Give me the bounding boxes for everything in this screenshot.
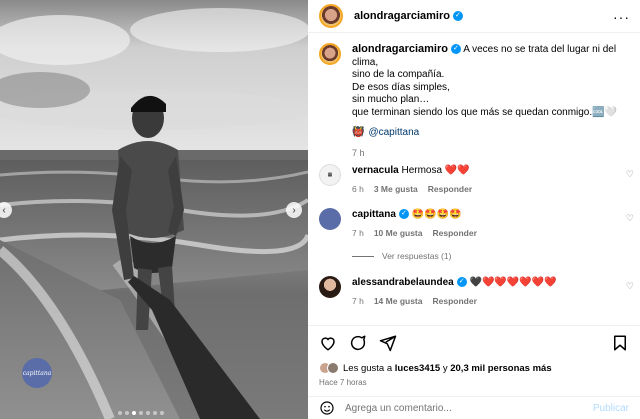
comment-time: 7 h xyxy=(352,296,364,306)
caption-username[interactable]: alondragarciamiro xyxy=(352,43,448,55)
post-date: Hace 7 horas xyxy=(319,378,367,387)
mention-line: 👹 @capittana xyxy=(352,127,634,140)
comment-item: ▦ vernacula Hermosa ❤️❤️ 6 h 3 Me gusta … xyxy=(319,164,634,196)
likes-count[interactable]: 20,3 mil personas más xyxy=(450,363,551,374)
comment-avatar[interactable] xyxy=(319,276,341,298)
instagram-post-view: capittana ‹ › alondragarciamiro ✓ ··· al… xyxy=(0,0,640,419)
likes-text: Les gusta a luces3415 y 20,3 mil persona… xyxy=(343,363,552,374)
action-icons xyxy=(319,332,629,354)
view-replies[interactable]: Ver respuestas (1) xyxy=(352,251,451,261)
comment-composer: Publicar xyxy=(308,396,640,419)
heart-icon[interactable] xyxy=(319,334,337,352)
comment-meta: 7 h 14 Me gusta Responder xyxy=(352,295,622,308)
post-caption: alondragarciamiro ✓ A veces no se trata d… xyxy=(319,43,634,159)
publish-button[interactable]: Publicar xyxy=(593,403,629,414)
comment-text: Hermosa ❤️❤️ xyxy=(401,165,470,176)
comment-avatar[interactable] xyxy=(319,208,341,230)
comment-username[interactable]: vernacula xyxy=(352,165,399,176)
caption-time: 7 h xyxy=(352,147,365,158)
liker-avatar xyxy=(327,362,339,374)
beach-photo-illustration xyxy=(0,0,308,419)
caption-line: sin mucho plan… xyxy=(352,94,430,105)
caption-avatar[interactable] xyxy=(319,43,341,65)
caption-line: que terminan siendo los que más se queda… xyxy=(352,106,618,118)
likes-prefix: Les gusta a xyxy=(343,362,393,374)
post-side-panel: alondragarciamiro ✓ ··· alondragarciamir… xyxy=(308,0,640,419)
comment-text: 🖤❤️❤️❤️❤️❤️❤️ xyxy=(469,277,557,288)
heart-icon[interactable]: ♡ xyxy=(626,213,634,224)
verified-icon: ✓ xyxy=(456,277,467,288)
verified-icon: ✓ xyxy=(398,209,409,220)
comment-meta: 7 h 10 Me gusta Responder xyxy=(352,227,622,240)
likes-connector: y xyxy=(442,362,448,374)
caption-line: sino de la compañía. xyxy=(352,69,445,80)
comment-username[interactable]: capittana xyxy=(352,209,396,220)
verified-icon: ✓ xyxy=(450,44,461,55)
mention-emoji: 👹 xyxy=(352,127,365,138)
comment-text: 🤩🤩🤩🤩 xyxy=(411,209,462,220)
comment-avatar[interactable]: ▦ xyxy=(319,164,341,186)
share-icon[interactable] xyxy=(379,334,397,352)
verified-icon: ✓ xyxy=(452,11,463,21)
likes-summary: Les gusta a luces3415 y 20,3 mil persona… xyxy=(319,362,629,374)
comment-body: vernacula Hermosa ❤️❤️ 6 h 3 Me gusta Re… xyxy=(352,164,622,196)
comment-meta: 6 h 3 Me gusta Responder xyxy=(352,183,622,196)
replies-divider xyxy=(352,255,374,257)
heart-icon[interactable]: ♡ xyxy=(626,281,634,292)
post-header: alondragarciamiro ✓ ··· xyxy=(308,0,640,33)
watermark-logo: capittana xyxy=(22,358,52,388)
more-icon[interactable]: ··· xyxy=(613,9,630,25)
carousel-dot xyxy=(139,411,143,415)
mention-link[interactable]: @capittana xyxy=(368,127,419,140)
post-photo[interactable]: capittana ‹ › xyxy=(0,0,308,419)
carousel-dot-active xyxy=(132,411,136,415)
emoji-icon[interactable] xyxy=(319,400,335,416)
comment-time: 7 h xyxy=(352,228,364,238)
carousel-dot xyxy=(118,411,122,415)
chevron-right-icon[interactable]: › xyxy=(286,202,302,218)
author-avatar[interactable] xyxy=(319,4,343,28)
comment-icon[interactable] xyxy=(349,334,367,352)
comment-likes[interactable]: 3 Me gusta xyxy=(374,183,418,196)
comment-body: capittana ✓ 🤩🤩🤩🤩 7 h 10 Me gusta Responde… xyxy=(352,208,622,240)
comment-likes[interactable]: 10 Me gusta xyxy=(374,227,423,240)
comment-likes[interactable]: 14 Me gusta xyxy=(374,295,423,308)
carousel-dot xyxy=(160,411,164,415)
reply-button[interactable]: Responder xyxy=(428,183,472,196)
reply-button[interactable]: Responder xyxy=(432,227,476,240)
carousel-dot xyxy=(153,411,157,415)
carousel-dot xyxy=(125,411,129,415)
comment-time: 6 h xyxy=(352,184,364,194)
view-replies-label[interactable]: Ver respuestas (1) xyxy=(382,251,451,261)
carousel-dot xyxy=(146,411,150,415)
heart-icon[interactable]: ♡ xyxy=(626,169,634,180)
carousel-dots xyxy=(118,411,164,415)
comment-body: alessandrabelaundea ✓ 🖤❤️❤️❤️❤️❤️❤️ 7 h 1… xyxy=(352,276,622,308)
comment-input[interactable] xyxy=(345,402,593,414)
post-actions: Les gusta a luces3415 y 20,3 mil persona… xyxy=(308,325,640,387)
comment-item: alessandrabelaundea ✓ 🖤❤️❤️❤️❤️❤️❤️ 7 h 1… xyxy=(319,276,634,308)
author-username[interactable]: alondragarciamiro xyxy=(354,10,450,22)
caption-line: De esos días simples, xyxy=(352,81,450,93)
bookmark-icon[interactable] xyxy=(611,334,629,352)
reply-button[interactable]: Responder xyxy=(432,295,476,308)
caption-body: alondragarciamiro ✓ A veces no se trata d… xyxy=(352,43,634,159)
comment-username[interactable]: alessandrabelaundea xyxy=(352,277,454,288)
comment-item: capittana ✓ 🤩🤩🤩🤩 7 h 10 Me gusta Responde… xyxy=(319,208,634,240)
liker-username[interactable]: luces3415 xyxy=(395,363,440,374)
